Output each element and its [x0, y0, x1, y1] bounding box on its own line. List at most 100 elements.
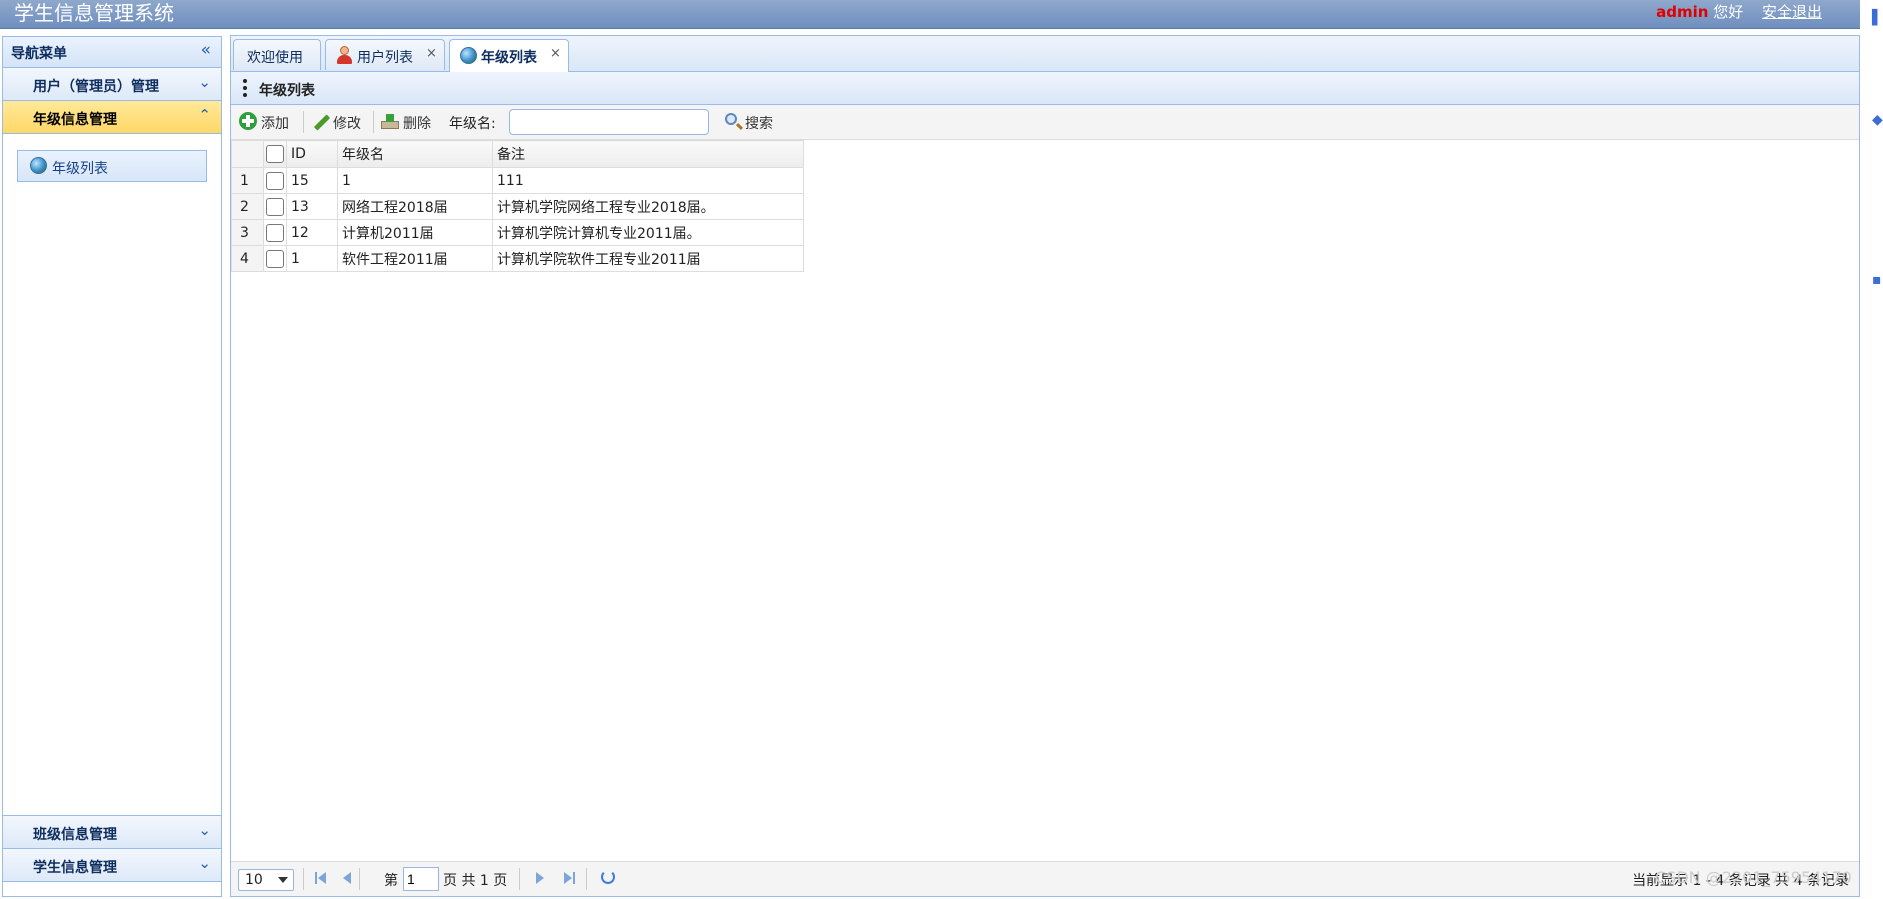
right-edge-strip: ▌ ◆ ▪ — [1862, 0, 1883, 899]
toolbar-divider — [303, 111, 304, 133]
table-header-row: ID 年级名 备注 — [231, 140, 804, 168]
cell-id: 12 — [286, 219, 338, 246]
greeting: 您好 — [1713, 3, 1744, 21]
page-size-select[interactable]: 10 — [238, 869, 294, 891]
flag-icon: ▪ — [1872, 272, 1882, 288]
cell-name: 网络工程2018届 — [337, 193, 493, 220]
globe-icon — [30, 157, 47, 174]
column-header-remark[interactable]: 备注 — [492, 140, 804, 168]
arrow-icon: ◆ — [1872, 112, 1883, 128]
section-class-management[interactable]: 班级信息管理 ⌄ — [3, 816, 221, 849]
table-row[interactable]: 4 1 软件工程2011届 计算机学院软件工程专业2011届 — [231, 245, 804, 272]
row-number: 2 — [231, 193, 264, 220]
panel-title: 年级列表 — [259, 83, 315, 99]
delete-icon — [381, 114, 399, 129]
table-row[interactable]: 3 12 计算机2011届 计算机学院计算机专业2011届。 — [231, 219, 804, 246]
user-icon — [336, 46, 352, 64]
pencil-icon — [313, 114, 331, 131]
row-number-header — [231, 140, 264, 168]
grade-name-input[interactable] — [509, 109, 709, 135]
cell-name: 软件工程2011届 — [337, 245, 493, 272]
double-chevron-up-icon[interactable]: ⌃ — [198, 106, 211, 124]
section-label: 年级信息管理 — [33, 112, 117, 128]
tab-user-list[interactable]: 用户列表 × — [325, 39, 445, 70]
page-suffix: 页 共 1 页 — [443, 873, 508, 889]
pager-divider — [519, 868, 520, 890]
close-icon[interactable]: × — [426, 46, 437, 61]
section-grade-management[interactable]: 年级信息管理 ⌃ — [3, 101, 221, 134]
delete-button-label: 删除 — [403, 116, 431, 132]
row-number: 3 — [231, 219, 264, 246]
row-checkbox[interactable] — [263, 245, 287, 272]
nav-menu-header: 导航菜单 « — [3, 37, 221, 68]
menu-dots-icon — [243, 79, 247, 99]
sidebar-item-grade-list[interactable]: 年级列表 — [17, 150, 207, 182]
search-button-label: 搜索 — [745, 116, 773, 132]
row-checkbox[interactable] — [263, 167, 287, 194]
tab-label: 欢迎使用 — [247, 50, 303, 66]
search-button[interactable]: 搜索 — [723, 112, 783, 132]
row-checkbox[interactable] — [263, 193, 287, 220]
cell-remark: 计算机学院软件工程专业2011届 — [492, 245, 804, 272]
main-panel: 欢迎使用 用户列表 × 年级列表 × 年级列表 添加 修改 删除 年级名: 搜索… — [230, 35, 1860, 897]
section-grade-management-body: 年级列表 — [3, 134, 221, 816]
add-icon — [239, 112, 257, 130]
pager-divider — [303, 868, 304, 890]
globe-icon — [460, 47, 477, 64]
toolbar-divider — [373, 111, 374, 133]
tab-label: 用户列表 — [357, 50, 413, 66]
double-chevron-left-icon[interactable]: « — [201, 40, 211, 60]
close-icon[interactable]: × — [550, 46, 561, 61]
tab-welcome[interactable]: 欢迎使用 — [233, 39, 321, 70]
cell-id: 15 — [286, 167, 338, 194]
add-button-label: 添加 — [261, 116, 289, 132]
grade-table: ID 年级名 备注 1 15 1 111 2 13 网络工程2018届 计算机学… — [231, 140, 804, 272]
tab-label: 年级列表 — [481, 50, 537, 66]
double-chevron-down-icon[interactable]: ⌄ — [198, 73, 211, 91]
toolbar: 添加 修改 删除 年级名: 搜索 — [231, 105, 1859, 140]
page-number-input[interactable] — [403, 867, 439, 891]
cell-id: 1 — [286, 245, 338, 272]
logout-link[interactable]: 安全退出 — [1762, 3, 1822, 21]
double-chevron-down-icon[interactable]: ⌄ — [198, 854, 211, 872]
app-title: 学生信息管理系统 — [14, 1, 174, 25]
tab-bar: 欢迎使用 用户列表 × 年级列表 × — [231, 36, 1859, 72]
edit-button[interactable]: 修改 — [311, 112, 369, 132]
username: admin — [1656, 3, 1709, 21]
table-row[interactable]: 2 13 网络工程2018届 计算机学院网络工程专业2018届。 — [231, 193, 804, 220]
section-label: 班级信息管理 — [33, 827, 117, 843]
navigation-sidebar: 导航菜单 « 用户（管理员）管理 ⌄ 年级信息管理 ⌃ 年级列表 班级信息管理 … — [2, 36, 222, 897]
sidebar-item-label: 年级列表 — [52, 161, 108, 177]
section-label: 学生信息管理 — [33, 860, 117, 876]
first-page-icon[interactable] — [315, 872, 327, 884]
watermark: CSDN @2201_75954170 — [1655, 868, 1852, 887]
prev-page-icon[interactable] — [343, 872, 351, 884]
table-row[interactable]: 1 15 1 111 — [231, 167, 804, 194]
pager-divider — [586, 868, 587, 890]
grade-name-label: 年级名: — [449, 116, 496, 132]
cell-remark: 计算机学院网络工程专业2018届。 — [492, 193, 804, 220]
tab-grade-list[interactable]: 年级列表 × — [449, 39, 569, 72]
cell-name: 1 — [337, 167, 493, 194]
nav-menu-title: 导航菜单 — [11, 46, 67, 62]
user-area: admin 您好 安全退出 — [1656, 1, 1822, 22]
select-all-checkbox[interactable] — [263, 140, 287, 168]
row-number: 4 — [231, 245, 264, 272]
last-page-icon[interactable] — [564, 872, 576, 884]
pagination-bar: 10 第 页 共 1 页 当前显示 1 - 4 条记录 共 4 条记录 — [231, 861, 1859, 896]
row-number: 1 — [231, 167, 264, 194]
delete-button[interactable]: 删除 — [381, 112, 439, 132]
next-page-icon[interactable] — [536, 872, 544, 884]
column-header-id[interactable]: ID — [286, 140, 338, 168]
row-checkbox[interactable] — [263, 219, 287, 246]
refresh-icon[interactable] — [601, 870, 615, 884]
section-user-management[interactable]: 用户（管理员）管理 ⌄ — [3, 68, 221, 101]
double-chevron-down-icon[interactable]: ⌄ — [198, 821, 211, 839]
section-label: 用户（管理员）管理 — [33, 79, 159, 95]
column-header-name[interactable]: 年级名 — [337, 140, 493, 168]
section-student-management[interactable]: 学生信息管理 ⌄ — [3, 849, 221, 882]
add-button[interactable]: 添加 — [239, 112, 299, 132]
cell-remark: 计算机学院计算机专业2011届。 — [492, 219, 804, 246]
page-prefix: 第 — [384, 873, 398, 889]
chevron-down-icon — [278, 877, 288, 883]
